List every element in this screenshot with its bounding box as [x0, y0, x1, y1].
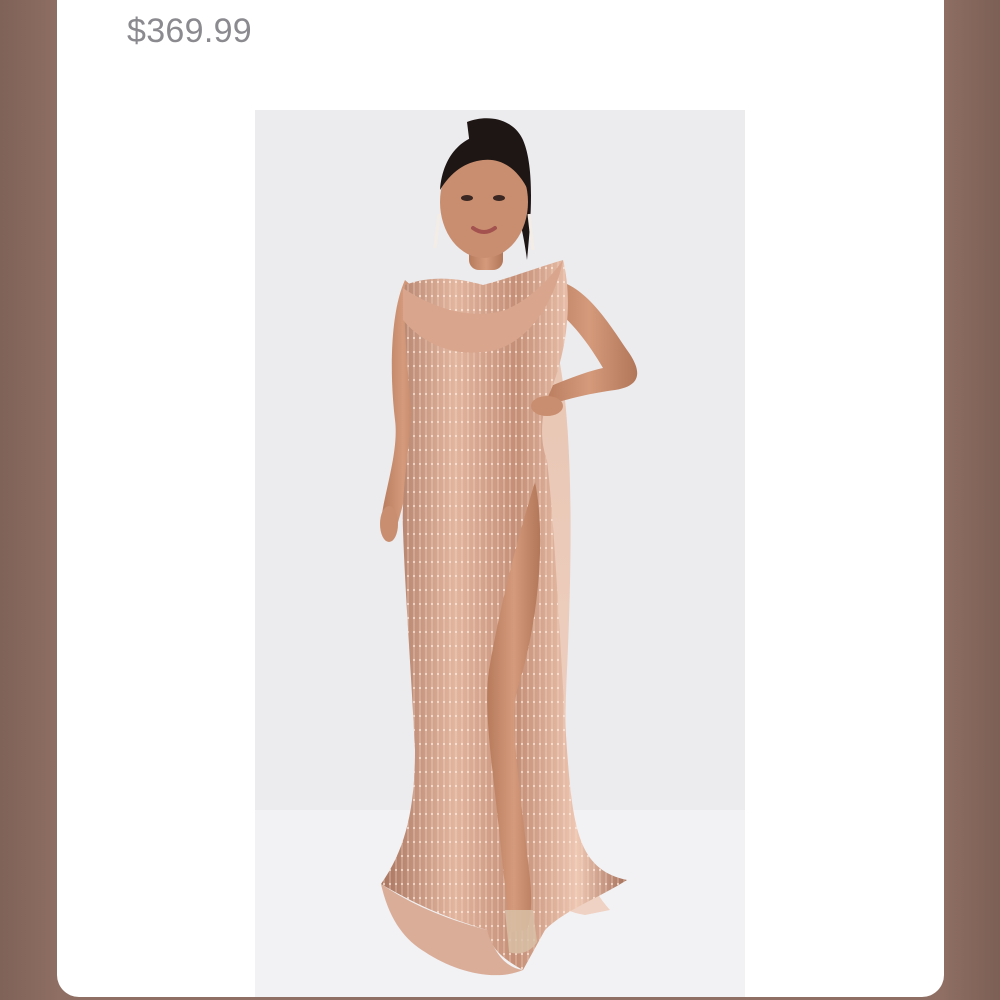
right-backdrop	[944, 0, 1000, 1000]
product-photo-illustration	[255, 110, 745, 997]
sandal	[505, 910, 537, 954]
left-backdrop	[0, 0, 57, 1000]
price-label: $369.99	[127, 12, 253, 50]
listing-card: $369.99	[57, 0, 944, 997]
product-image[interactable]	[255, 110, 745, 997]
